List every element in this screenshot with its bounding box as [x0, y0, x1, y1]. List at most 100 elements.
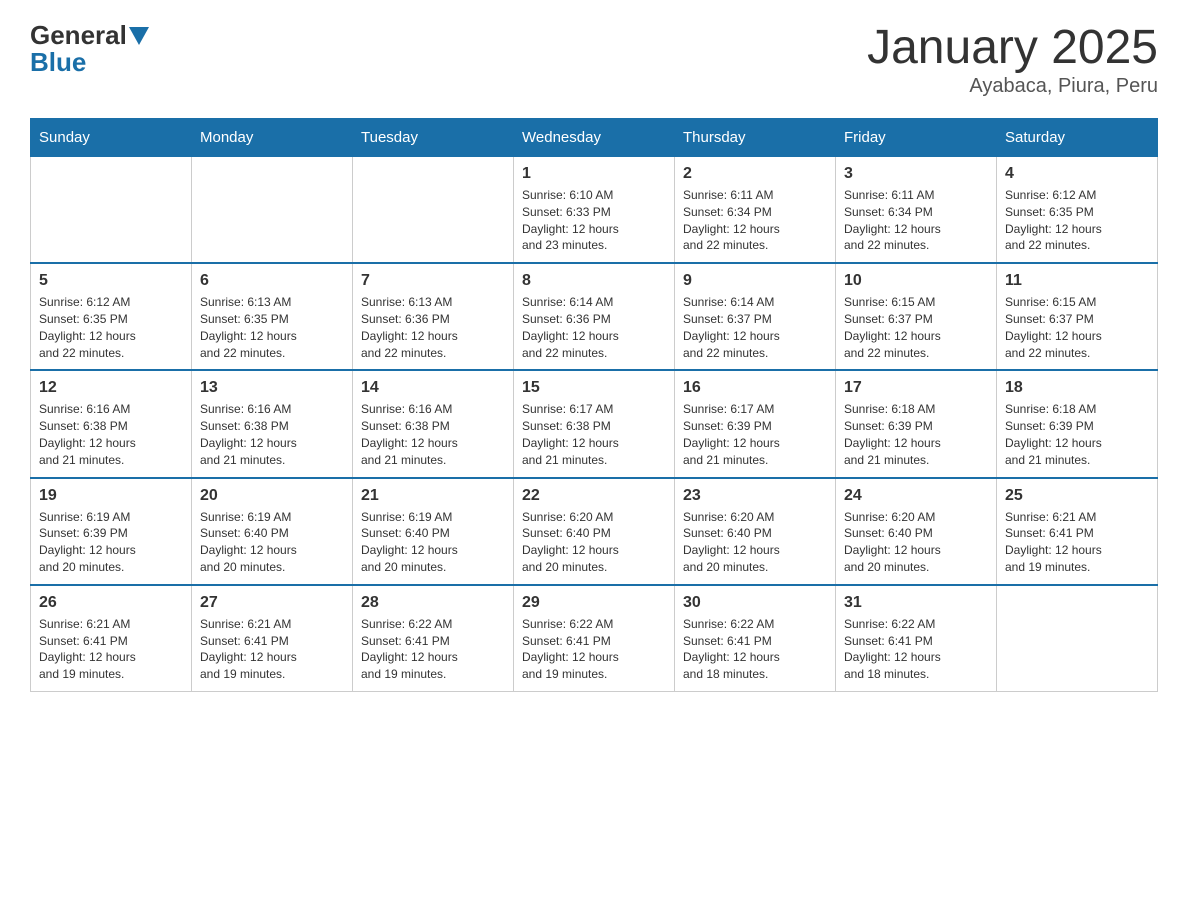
day-info: Sunrise: 6:17 AMSunset: 6:38 PMDaylight:… [522, 401, 666, 468]
day-number: 14 [361, 379, 505, 397]
calendar-day-cell: 20 Sunrise: 6:19 AMSunset: 6:40 PMDayligh… [192, 478, 353, 585]
day-number: 10 [844, 272, 988, 290]
calendar-header-sunday: Sunday [31, 119, 192, 157]
day-number: 27 [200, 594, 344, 612]
day-number: 16 [683, 379, 827, 397]
calendar-week-row: 1 Sunrise: 6:10 AMSunset: 6:33 PMDaylight… [31, 157, 1158, 264]
logo-triangle-icon [129, 27, 149, 47]
day-info: Sunrise: 6:21 AMSunset: 6:41 PMDaylight:… [39, 616, 183, 683]
day-info: Sunrise: 6:18 AMSunset: 6:39 PMDaylight:… [844, 401, 988, 468]
day-info: Sunrise: 6:11 AMSunset: 6:34 PMDaylight:… [683, 187, 827, 254]
calendar-header-wednesday: Wednesday [514, 119, 675, 157]
day-number: 18 [1005, 379, 1149, 397]
calendar-day-cell: 30Sunrise: 6:22 AMSunset: 6:41 PMDayligh… [675, 585, 836, 692]
day-number: 19 [39, 487, 183, 505]
day-number: 13 [200, 379, 344, 397]
day-info: Sunrise: 6:20 AMSunset: 6:40 PMDaylight:… [522, 509, 666, 576]
day-info: Sunrise: 6:19 AMSunset: 6:40 PMDaylight:… [200, 509, 344, 576]
calendar-day-cell: 31Sunrise: 6:22 AMSunset: 6:41 PMDayligh… [836, 585, 997, 692]
calendar-empty-cell [192, 157, 353, 264]
day-number: 3 [844, 165, 988, 183]
day-info: Sunrise: 6:15 AMSunset: 6:37 PMDaylight:… [844, 294, 988, 361]
calendar-day-cell: 6 Sunrise: 6:13 AMSunset: 6:35 PMDaylight… [192, 263, 353, 370]
calendar-day-cell: 13 Sunrise: 6:16 AMSunset: 6:38 PMDayligh… [192, 370, 353, 477]
calendar-header-tuesday: Tuesday [353, 119, 514, 157]
calendar-day-cell: 8Sunrise: 6:14 AMSunset: 6:36 PMDaylight… [514, 263, 675, 370]
page-header: General Blue January 2025 Ayabaca, Piura… [30, 20, 1158, 98]
calendar-day-cell: 29 Sunrise: 6:22 AMSunset: 6:41 PMDayligh… [514, 585, 675, 692]
calendar-week-row: 26 Sunrise: 6:21 AMSunset: 6:41 PMDayligh… [31, 585, 1158, 692]
calendar-week-row: 12 Sunrise: 6:16 AMSunset: 6:38 PMDayligh… [31, 370, 1158, 477]
day-number: 26 [39, 594, 183, 612]
calendar-day-cell: 27Sunrise: 6:21 AMSunset: 6:41 PMDayligh… [192, 585, 353, 692]
day-info: Sunrise: 6:22 AMSunset: 6:41 PMDaylight:… [522, 616, 666, 683]
day-info: Sunrise: 6:20 AMSunset: 6:40 PMDaylight:… [844, 509, 988, 576]
day-number: 12 [39, 379, 183, 397]
logo: General Blue [30, 20, 149, 78]
calendar-week-row: 19 Sunrise: 6:19 AMSunset: 6:39 PMDayligh… [31, 478, 1158, 585]
day-info: Sunrise: 6:14 AMSunset: 6:36 PMDaylight:… [522, 294, 666, 361]
day-number: 30 [683, 594, 827, 612]
day-number: 2 [683, 165, 827, 183]
calendar-day-cell: 16 Sunrise: 6:17 AMSunset: 6:39 PMDayligh… [675, 370, 836, 477]
day-number: 5 [39, 272, 183, 290]
day-info: Sunrise: 6:16 AMSunset: 6:38 PMDaylight:… [200, 401, 344, 468]
calendar-day-cell: 18 Sunrise: 6:18 AMSunset: 6:39 PMDayligh… [997, 370, 1158, 477]
calendar-week-row: 5 Sunrise: 6:12 AMSunset: 6:35 PMDaylight… [31, 263, 1158, 370]
day-number: 28 [361, 594, 505, 612]
calendar-empty-cell [997, 585, 1158, 692]
day-info: Sunrise: 6:22 AMSunset: 6:41 PMDaylight:… [844, 616, 988, 683]
day-number: 21 [361, 487, 505, 505]
day-number: 17 [844, 379, 988, 397]
calendar-day-cell: 5 Sunrise: 6:12 AMSunset: 6:35 PMDaylight… [31, 263, 192, 370]
calendar-day-cell: 10 Sunrise: 6:15 AMSunset: 6:37 PMDayligh… [836, 263, 997, 370]
calendar-day-cell: 17 Sunrise: 6:18 AMSunset: 6:39 PMDayligh… [836, 370, 997, 477]
calendar-day-cell: 25Sunrise: 6:21 AMSunset: 6:41 PMDayligh… [997, 478, 1158, 585]
day-number: 6 [200, 272, 344, 290]
day-number: 4 [1005, 165, 1149, 183]
calendar-day-cell: 22Sunrise: 6:20 AMSunset: 6:40 PMDayligh… [514, 478, 675, 585]
calendar-day-cell: 19 Sunrise: 6:19 AMSunset: 6:39 PMDayligh… [31, 478, 192, 585]
calendar-day-cell: 4Sunrise: 6:12 AMSunset: 6:35 PMDaylight… [997, 157, 1158, 264]
calendar-empty-cell [31, 157, 192, 264]
month-title: January 2025 [867, 20, 1158, 75]
day-number: 24 [844, 487, 988, 505]
day-info: Sunrise: 6:17 AMSunset: 6:39 PMDaylight:… [683, 401, 827, 468]
calendar-header-row: SundayMondayTuesdayWednesdayThursdayFrid… [31, 119, 1158, 157]
day-info: Sunrise: 6:19 AMSunset: 6:40 PMDaylight:… [361, 509, 505, 576]
calendar-table: SundayMondayTuesdayWednesdayThursdayFrid… [30, 118, 1158, 692]
calendar-day-cell: 12 Sunrise: 6:16 AMSunset: 6:38 PMDayligh… [31, 370, 192, 477]
day-info: Sunrise: 6:12 AMSunset: 6:35 PMDaylight:… [39, 294, 183, 361]
calendar-day-cell: 21 Sunrise: 6:19 AMSunset: 6:40 PMDayligh… [353, 478, 514, 585]
calendar-day-cell: 1 Sunrise: 6:10 AMSunset: 6:33 PMDaylight… [514, 157, 675, 264]
day-info: Sunrise: 6:22 AMSunset: 6:41 PMDaylight:… [361, 616, 505, 683]
day-info: Sunrise: 6:20 AMSunset: 6:40 PMDaylight:… [683, 509, 827, 576]
calendar-empty-cell [353, 157, 514, 264]
day-info: Sunrise: 6:11 AMSunset: 6:34 PMDaylight:… [844, 187, 988, 254]
day-number: 20 [200, 487, 344, 505]
calendar-day-cell: 26 Sunrise: 6:21 AMSunset: 6:41 PMDayligh… [31, 585, 192, 692]
day-info: Sunrise: 6:16 AMSunset: 6:38 PMDaylight:… [39, 401, 183, 468]
day-number: 29 [522, 594, 666, 612]
calendar-day-cell: 24 Sunrise: 6:20 AMSunset: 6:40 PMDayligh… [836, 478, 997, 585]
calendar-header-monday: Monday [192, 119, 353, 157]
day-number: 23 [683, 487, 827, 505]
location-title: Ayabaca, Piura, Peru [867, 75, 1158, 98]
day-info: Sunrise: 6:16 AMSunset: 6:38 PMDaylight:… [361, 401, 505, 468]
day-info: Sunrise: 6:19 AMSunset: 6:39 PMDaylight:… [39, 509, 183, 576]
calendar-day-cell: 9Sunrise: 6:14 AMSunset: 6:37 PMDaylight… [675, 263, 836, 370]
calendar-day-cell: 23 Sunrise: 6:20 AMSunset: 6:40 PMDayligh… [675, 478, 836, 585]
calendar-day-cell: 11Sunrise: 6:15 AMSunset: 6:37 PMDayligh… [997, 263, 1158, 370]
calendar-day-cell: 7 Sunrise: 6:13 AMSunset: 6:36 PMDaylight… [353, 263, 514, 370]
day-info: Sunrise: 6:13 AMSunset: 6:35 PMDaylight:… [200, 294, 344, 361]
day-number: 15 [522, 379, 666, 397]
day-number: 1 [522, 165, 666, 183]
day-info: Sunrise: 6:13 AMSunset: 6:36 PMDaylight:… [361, 294, 505, 361]
day-number: 7 [361, 272, 505, 290]
calendar-header-saturday: Saturday [997, 119, 1158, 157]
logo-blue: Blue [30, 47, 86, 78]
day-info: Sunrise: 6:18 AMSunset: 6:39 PMDaylight:… [1005, 401, 1149, 468]
calendar-day-cell: 2 Sunrise: 6:11 AMSunset: 6:34 PMDaylight… [675, 157, 836, 264]
day-number: 25 [1005, 487, 1149, 505]
day-info: Sunrise: 6:10 AMSunset: 6:33 PMDaylight:… [522, 187, 666, 254]
